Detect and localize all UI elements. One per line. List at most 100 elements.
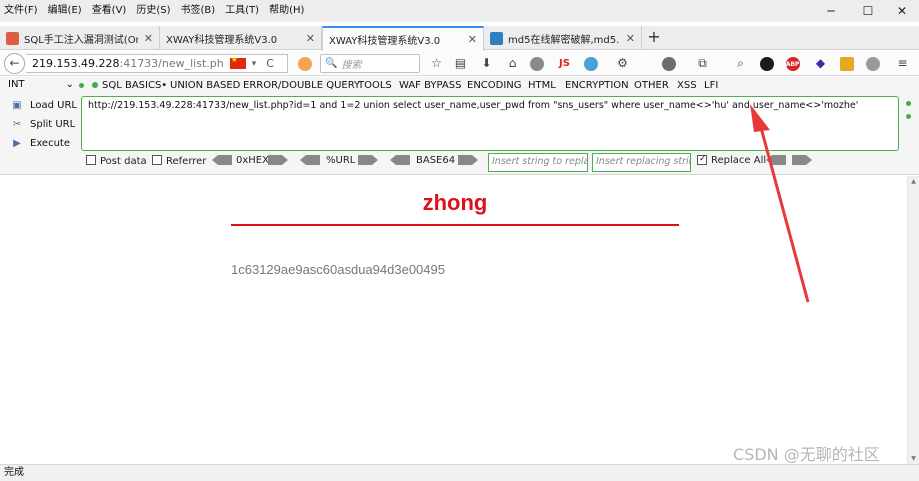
maximize-button[interactable]: ☐: [851, 0, 885, 22]
close-tab-icon[interactable]: ✕: [144, 32, 153, 45]
replace-right-arrow-icon[interactable]: [792, 155, 812, 167]
vertical-scrollbar[interactable]: ▲ ▼: [907, 176, 919, 464]
hackbar-options-row: Post data Referrer 0xHEX %URL BASE64 Ins…: [86, 153, 906, 172]
menu-union-based[interactable]: UNION BASED: [170, 80, 240, 91]
hackbar-panel: ▣ Load URL ✂ Split URL ▶ Execute http://…: [0, 94, 919, 175]
minimize-button[interactable]: ─: [814, 0, 848, 22]
hackbar-url-textarea[interactable]: http://219.153.49.228:41733/new_list.php…: [81, 96, 899, 151]
hex-left-arrow-icon[interactable]: [212, 155, 232, 167]
url-dropdown-icon[interactable]: ▾: [252, 59, 257, 69]
urlenc-label: %URL: [326, 155, 356, 166]
noscript-icon[interactable]: [296, 55, 313, 72]
menu-view[interactable]: 查看(V): [87, 0, 132, 22]
replace-all-checkbox[interactable]: Replace All: [697, 155, 766, 166]
replace-left-arrow-icon[interactable]: [766, 155, 786, 167]
star-icon[interactable]: ☆: [428, 55, 445, 72]
load-url-button[interactable]: ▣ Load URL: [10, 98, 77, 112]
query-result-text: 1c63129ae9asc60asdua94d3e00495: [231, 262, 445, 277]
js-icon[interactable]: JS: [556, 55, 573, 72]
hex-label: 0xHEX: [236, 155, 269, 166]
adblock-icon[interactable]: ABP: [784, 55, 801, 72]
base64-label: BASE64: [416, 155, 456, 166]
menu-tools[interactable]: TOOLS: [358, 80, 392, 91]
reading-list-icon[interactable]: ▤: [452, 55, 469, 72]
home-icon[interactable]: ⌂: [504, 55, 521, 72]
magnifier-icon[interactable]: ⌕: [732, 55, 749, 72]
new-tab-button[interactable]: +: [644, 26, 664, 50]
menu-history[interactable]: 历史(S): [131, 0, 175, 22]
screenshot-icon[interactable]: ⧉: [694, 55, 711, 72]
close-tab-icon[interactable]: ✕: [468, 33, 477, 46]
split-url-button[interactable]: ✂ Split URL: [10, 117, 75, 131]
menu-html[interactable]: HTML: [528, 80, 556, 91]
tab-label: XWAY科技管理系统V3.0: [166, 34, 278, 46]
cube-icon[interactable]: ◆: [812, 55, 829, 72]
load-url-icon: ▣: [12, 99, 22, 111]
navigation-bar: ← 219.153.49.228:41733/new_list.ph ▾ C 🔍…: [0, 51, 919, 76]
base64-left-arrow-icon[interactable]: [390, 155, 410, 167]
replacing-string-input[interactable]: Insert replacing string: [592, 153, 691, 172]
page-title: zhong: [422, 190, 488, 215]
execute-button[interactable]: ▶ Execute: [10, 136, 70, 150]
menu-tools[interactable]: 工具(T): [220, 0, 264, 22]
url-left-arrow-icon[interactable]: [300, 155, 320, 167]
site-favicon-icon: [490, 31, 503, 45]
scissors-icon: ✂: [12, 118, 22, 130]
menu-error-double-query[interactable]: ERROR/DOUBLE QUERY: [243, 80, 360, 91]
chevron-down-icon: ⌄: [65, 79, 74, 90]
menu-lfi[interactable]: LFI: [704, 80, 718, 91]
int-select[interactable]: INT ⌄: [8, 79, 74, 93]
url-right-arrow-icon[interactable]: [358, 155, 378, 167]
close-tab-icon[interactable]: ✕: [306, 32, 315, 45]
menu-encoding[interactable]: ENCODING: [467, 80, 522, 91]
page-content: zhong 1c63129ae9asc60asdua94d3e00495: [0, 176, 907, 464]
close-tab-icon[interactable]: ✕: [626, 32, 635, 45]
extension-icon[interactable]: [838, 55, 855, 72]
search-placeholder: 搜索: [341, 60, 362, 71]
menu-encryption[interactable]: ENCRYPTION: [565, 80, 629, 91]
execute-icon: ▶: [13, 137, 21, 149]
address-bar[interactable]: 219.153.49.228:41733/new_list.ph ▾ C: [26, 54, 288, 73]
menu-sql-basics[interactable]: SQL BASICS•: [92, 80, 167, 91]
hex-right-arrow-icon[interactable]: [268, 155, 288, 167]
sync-icon[interactable]: [528, 55, 545, 72]
search-icon: 🔍: [325, 58, 338, 69]
settings-icon[interactable]: ⚙: [614, 55, 631, 72]
post-data-checkbox[interactable]: Post data: [86, 155, 147, 167]
url-path: :41733/new_list.ph: [119, 57, 224, 70]
download-icon[interactable]: ⬇: [478, 55, 495, 72]
china-flag-icon: [229, 55, 246, 69]
close-window-button[interactable]: ✕: [885, 0, 919, 22]
menu-icon[interactable]: ≡: [894, 55, 911, 72]
status-bar: 完成: [0, 464, 919, 481]
load-url-label: Load URL: [30, 99, 78, 111]
ghost-icon[interactable]: [864, 55, 881, 72]
back-button[interactable]: ←: [4, 53, 25, 74]
scroll-up-icon[interactable]: ▲: [908, 176, 919, 187]
insert-string-input[interactable]: Insert string to replace: [488, 153, 588, 172]
globe-icon[interactable]: [660, 55, 677, 72]
menu-bookmarks[interactable]: 书签(B): [176, 0, 221, 22]
tab-md5[interactable]: md5在线解密破解,md5... ✕: [484, 26, 642, 50]
referrer-checkbox[interactable]: Referrer: [152, 155, 206, 167]
reload-button[interactable]: C: [266, 57, 274, 70]
menu-help[interactable]: 帮助(H): [264, 0, 309, 22]
menu-edit[interactable]: 编辑(E): [43, 0, 87, 22]
menu-xss[interactable]: XSS: [677, 80, 697, 91]
search-input[interactable]: 🔍 搜索: [320, 54, 420, 73]
menu-file[interactable]: 文件(F): [0, 0, 43, 22]
tab-sql-injection[interactable]: SQL手工注入漏洞测试(Or... ✕: [0, 26, 160, 50]
tab-label: md5在线解密破解,md5...: [508, 34, 620, 46]
watermark: CSDN @无聊的社区: [733, 445, 880, 464]
green-dot-icon: [906, 101, 911, 106]
menu-waf-bypass[interactable]: WAF BYPASS: [399, 80, 461, 91]
tab-xway-active[interactable]: XWAY科技管理系统V3.0 ✕: [322, 26, 484, 51]
scroll-down-icon[interactable]: ▼: [908, 453, 919, 464]
menu-other[interactable]: OTHER: [634, 80, 669, 91]
tab-strip: SQL手工注入漏洞测试(Or... ✕ XWAY科技管理系统V3.0 ✕ XWA…: [0, 26, 919, 51]
site-favicon-icon: [6, 31, 19, 45]
color-icon[interactable]: [582, 55, 599, 72]
tab-xway-1[interactable]: XWAY科技管理系统V3.0 ✕: [160, 26, 322, 50]
shield-icon[interactable]: [758, 55, 775, 72]
base64-right-arrow-icon[interactable]: [458, 155, 478, 167]
